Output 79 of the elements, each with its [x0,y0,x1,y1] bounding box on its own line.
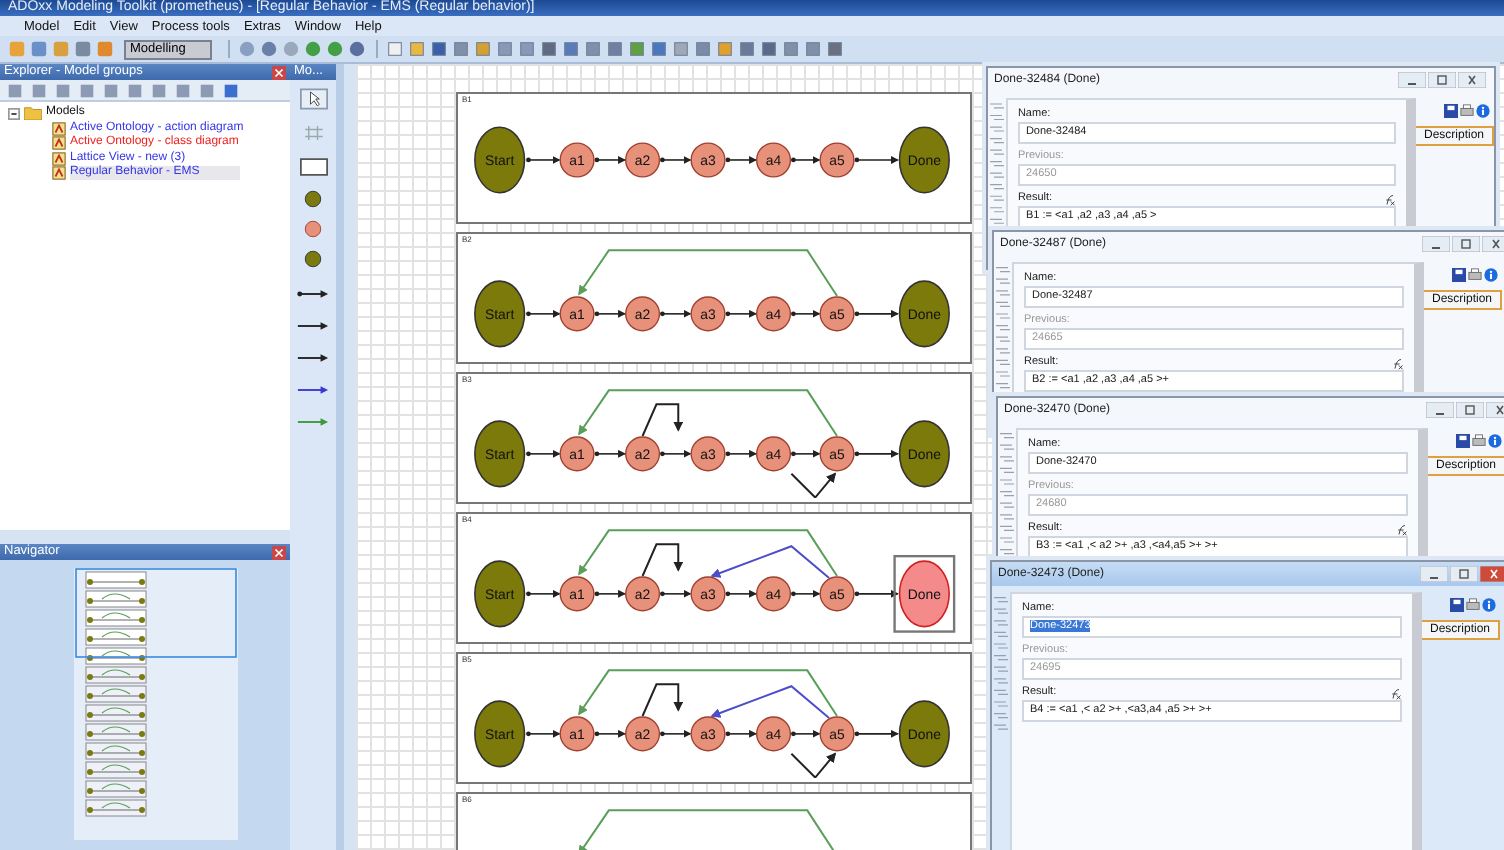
minimize-icon[interactable] [1398,72,1426,88]
connector-arrow[interactable] [725,449,757,458]
connector-arrow[interactable] [594,729,626,738]
connector-arrow[interactable] [854,729,899,738]
connector-arrow-icon[interactable] [296,384,330,396]
minimize-icon[interactable] [1426,402,1454,418]
connector-arrow[interactable] [791,309,821,318]
connector-arrow[interactable] [725,156,757,164]
back-connector[interactable] [710,545,831,579]
info-icon[interactable] [1488,434,1502,448]
connector-arrow[interactable] [791,589,821,598]
connector-arrow[interactable] [660,309,692,318]
print-icon[interactable] [1468,268,1482,282]
rectangle-icon[interactable] [299,156,327,178]
close-icon[interactable] [1458,72,1486,88]
back-connector[interactable] [641,683,684,717]
connector-arrow[interactable] [854,156,899,164]
connector-arrow[interactable] [594,156,626,164]
save-icon[interactable] [1452,268,1466,282]
maximize-icon[interactable] [1450,566,1478,582]
connector-arrow[interactable] [854,449,899,458]
formula-icon[interactable] [1396,523,1408,535]
maximize-icon[interactable] [1456,402,1484,418]
back-connector[interactable] [641,543,684,577]
navigator-thumbnail-drawing[interactable] [74,568,238,840]
connector-arrow[interactable] [660,156,692,164]
close-icon[interactable] [1482,236,1504,252]
save-icon[interactable] [1450,598,1464,612]
connector-arrow[interactable] [725,729,757,738]
terminal-node-icon[interactable] [304,190,322,208]
print-icon[interactable] [1466,598,1480,612]
connector-arrow[interactable] [725,309,757,318]
save-icon[interactable] [1456,434,1470,448]
close-icon[interactable] [1480,566,1504,582]
connector-arrow[interactable] [660,729,692,738]
connector-arrow[interactable] [526,309,561,318]
connector-arrow[interactable] [526,729,561,738]
back-connector[interactable] [641,403,684,437]
back-connector[interactable] [578,669,839,717]
connector-arrow[interactable] [854,309,899,318]
formula-icon[interactable] [1383,193,1396,205]
connector-arrow-icon[interactable] [296,320,330,332]
collapse-icon[interactable] [8,107,20,120]
maximize-icon[interactable] [1428,72,1456,88]
pointer-tool-icon[interactable] [299,88,327,110]
connector-arrow[interactable] [660,449,692,458]
connector-arrow-icon[interactable] [296,352,330,364]
terminal-node-icon[interactable] [304,250,322,268]
connector-arrow[interactable] [526,449,561,458]
loop-connector[interactable] [790,752,837,778]
folder-icon [24,106,42,121]
info-icon[interactable] [1475,104,1490,118]
connector-arrow[interactable] [594,589,626,598]
minimize-icon[interactable] [1422,236,1450,252]
formula-icon[interactable] [1390,687,1402,699]
connector-arrow[interactable] [791,729,821,738]
formula-icon[interactable] [1392,357,1404,369]
activity-node-icon[interactable] [304,220,322,238]
minimize-icon[interactable] [1420,566,1448,582]
info-icon[interactable] [1484,268,1498,282]
connector-arrow[interactable] [791,156,821,164]
info-icon[interactable] [1482,598,1496,612]
connector-arrow[interactable] [660,589,692,598]
back-connector[interactable] [578,529,839,577]
connector-arrow[interactable] [854,589,899,598]
print-icon[interactable] [1459,104,1474,118]
back-connector[interactable] [710,685,831,719]
connector-arrow[interactable] [526,156,561,164]
connector-arrow[interactable] [526,589,561,598]
connector-arrow-icon[interactable] [296,288,330,300]
loop-connector[interactable] [790,472,837,498]
connector-arrow[interactable] [725,589,757,598]
connector-arrow[interactable] [791,449,821,458]
print-icon[interactable] [1472,434,1486,448]
maximize-icon[interactable] [1452,236,1480,252]
connector-arrow[interactable] [594,449,626,458]
binding-drawing [994,592,1010,730]
save-icon[interactable] [1443,104,1458,118]
connector-arrow[interactable] [594,309,626,318]
